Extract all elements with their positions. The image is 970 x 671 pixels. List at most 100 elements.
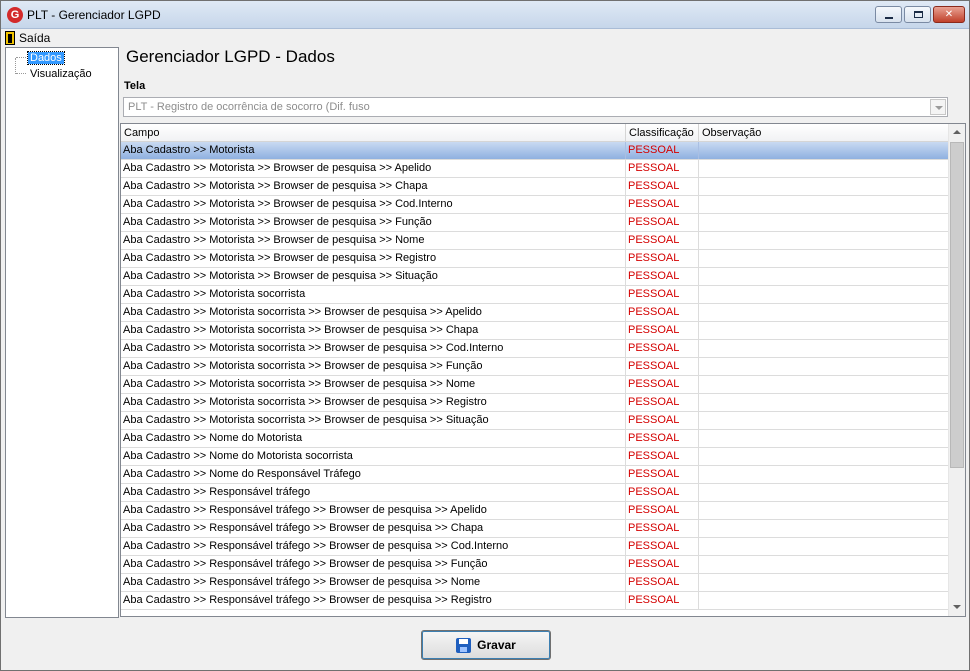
cell-classificacao[interactable]: PESSOAL <box>626 448 699 465</box>
cell-classificacao[interactable]: PESSOAL <box>626 304 699 321</box>
cell-observacao[interactable] <box>699 178 950 195</box>
minimize-button[interactable] <box>875 6 902 23</box>
table-row[interactable]: Aba Cadastro >> Responsável tráfego >> B… <box>121 538 950 556</box>
cell-classificacao[interactable]: PESSOAL <box>626 250 699 267</box>
column-header-campo[interactable]: Campo <box>121 124 626 142</box>
cell-classificacao[interactable]: PESSOAL <box>626 430 699 447</box>
cell-campo[interactable]: Aba Cadastro >> Motorista >> Browser de … <box>121 232 626 249</box>
cell-observacao[interactable] <box>699 592 950 609</box>
cell-classificacao[interactable]: PESSOAL <box>626 214 699 231</box>
table-row[interactable]: Aba Cadastro >> Motorista socorrista >> … <box>121 304 950 322</box>
table-row[interactable]: Aba Cadastro >> Motorista socorrista PESS… <box>121 286 950 304</box>
cell-observacao[interactable] <box>699 430 950 447</box>
tela-select[interactable]: PLT - Registro de ocorrência de socorro … <box>123 97 948 117</box>
cell-classificacao[interactable]: PESSOAL <box>626 466 699 483</box>
save-button[interactable]: Gravar <box>421 630 551 660</box>
table-row[interactable]: Aba Cadastro >> Responsável tráfego >> B… <box>121 592 950 610</box>
cell-observacao[interactable] <box>699 376 950 393</box>
table-row[interactable]: Aba Cadastro >> Motorista socorrista >> … <box>121 322 950 340</box>
table-row[interactable]: Aba Cadastro >> Nome do Motorista socorr… <box>121 448 950 466</box>
cell-classificacao[interactable]: PESSOAL <box>626 268 699 285</box>
cell-classificacao[interactable]: PESSOAL <box>626 394 699 411</box>
title-bar[interactable]: G PLT - Gerenciador LGPD ✕ <box>1 1 969 29</box>
cell-campo[interactable]: Aba Cadastro >> Motorista socorrista <box>121 286 626 303</box>
table-row[interactable]: Aba Cadastro >> Responsável tráfego >> B… <box>121 574 950 592</box>
cell-observacao[interactable] <box>699 340 950 357</box>
cell-observacao[interactable] <box>699 268 950 285</box>
cell-observacao[interactable] <box>699 502 950 519</box>
table-row[interactable]: Aba Cadastro >> Motorista socorrista >> … <box>121 394 950 412</box>
table-row[interactable]: Aba Cadastro >> Motorista >> Browser de … <box>121 196 950 214</box>
table-row[interactable]: Aba Cadastro >> Nome do Responsável Tráf… <box>121 466 950 484</box>
tree-item-dados[interactable]: Dados <box>16 50 65 65</box>
cell-classificacao[interactable]: PESSOAL <box>626 592 699 609</box>
cell-classificacao[interactable]: PESSOAL <box>626 232 699 249</box>
scroll-down-button[interactable] <box>949 599 965 616</box>
cell-campo[interactable]: Aba Cadastro >> Motorista socorrista >> … <box>121 340 626 357</box>
cell-classificacao[interactable]: PESSOAL <box>626 340 699 357</box>
cell-campo[interactable]: Aba Cadastro >> Responsável tráfego >> B… <box>121 538 626 555</box>
cell-classificacao[interactable]: PESSOAL <box>626 142 699 159</box>
cell-campo[interactable]: Aba Cadastro >> Nome do Motorista socorr… <box>121 448 626 465</box>
table-row[interactable]: Aba Cadastro >> Motorista PESSOAL <box>121 142 950 160</box>
menu-item-exit[interactable]: Saída <box>5 30 50 46</box>
grid-vertical-scrollbar[interactable] <box>948 124 965 616</box>
cell-campo[interactable]: Aba Cadastro >> Motorista socorrista >> … <box>121 358 626 375</box>
cell-classificacao[interactable]: PESSOAL <box>626 160 699 177</box>
table-row[interactable]: Aba Cadastro >> Responsável tráfego >> B… <box>121 556 950 574</box>
cell-observacao[interactable] <box>699 322 950 339</box>
cell-observacao[interactable] <box>699 412 950 429</box>
cell-campo[interactable]: Aba Cadastro >> Motorista socorrista >> … <box>121 322 626 339</box>
cell-observacao[interactable] <box>699 232 950 249</box>
cell-campo[interactable]: Aba Cadastro >> Motorista >> Browser de … <box>121 250 626 267</box>
cell-campo[interactable]: Aba Cadastro >> Motorista socorrista >> … <box>121 376 626 393</box>
cell-campo[interactable]: Aba Cadastro >> Nome do Responsável Tráf… <box>121 466 626 483</box>
cell-classificacao[interactable]: PESSOAL <box>626 178 699 195</box>
cell-campo[interactable]: Aba Cadastro >> Nome do Motorista <box>121 430 626 447</box>
cell-campo[interactable]: Aba Cadastro >> Motorista socorrista >> … <box>121 394 626 411</box>
cell-campo[interactable]: Aba Cadastro >> Motorista >> Browser de … <box>121 178 626 195</box>
cell-observacao[interactable] <box>699 358 950 375</box>
cell-classificacao[interactable]: PESSOAL <box>626 358 699 375</box>
tela-select-dropdown-button[interactable] <box>930 99 946 115</box>
cell-campo[interactable]: Aba Cadastro >> Motorista >> Browser de … <box>121 214 626 231</box>
cell-campo[interactable]: Aba Cadastro >> Motorista >> Browser de … <box>121 160 626 177</box>
table-row[interactable]: Aba Cadastro >> Motorista >> Browser de … <box>121 178 950 196</box>
table-row[interactable]: Aba Cadastro >> Responsável tráfego >> B… <box>121 502 950 520</box>
table-row[interactable]: Aba Cadastro >> Motorista >> Browser de … <box>121 160 950 178</box>
cell-observacao[interactable] <box>699 448 950 465</box>
cell-observacao[interactable] <box>699 556 950 573</box>
table-row[interactable]: Aba Cadastro >> Motorista >> Browser de … <box>121 214 950 232</box>
cell-campo[interactable]: Aba Cadastro >> Motorista socorrista >> … <box>121 304 626 321</box>
cell-observacao[interactable] <box>699 466 950 483</box>
table-row[interactable]: Aba Cadastro >> Motorista >> Browser de … <box>121 268 950 286</box>
cell-campo[interactable]: Aba Cadastro >> Motorista <box>121 142 626 159</box>
tree-item-visualizacao[interactable]: Visualização <box>16 66 94 81</box>
cell-campo[interactable]: Aba Cadastro >> Motorista >> Browser de … <box>121 196 626 213</box>
table-row[interactable]: Aba Cadastro >> Motorista socorrista >> … <box>121 358 950 376</box>
cell-classificacao[interactable]: PESSOAL <box>626 286 699 303</box>
table-row[interactable]: Aba Cadastro >> Motorista >> Browser de … <box>121 232 950 250</box>
cell-classificacao[interactable]: PESSOAL <box>626 412 699 429</box>
table-row[interactable]: Aba Cadastro >> Nome do Motorista PESSOAL <box>121 430 950 448</box>
cell-classificacao[interactable]: PESSOAL <box>626 574 699 591</box>
column-header-observacao[interactable]: Observação <box>699 124 950 142</box>
cell-classificacao[interactable]: PESSOAL <box>626 484 699 501</box>
cell-observacao[interactable] <box>699 214 950 231</box>
cell-classificacao[interactable]: PESSOAL <box>626 538 699 555</box>
cell-classificacao[interactable]: PESSOAL <box>626 376 699 393</box>
maximize-button[interactable] <box>904 6 931 23</box>
cell-observacao[interactable] <box>699 304 950 321</box>
cell-observacao[interactable] <box>699 520 950 537</box>
cell-observacao[interactable] <box>699 286 950 303</box>
cell-campo[interactable]: Aba Cadastro >> Responsável tráfego >> B… <box>121 520 626 537</box>
cell-classificacao[interactable]: PESSOAL <box>626 556 699 573</box>
cell-observacao[interactable] <box>699 196 950 213</box>
cell-campo[interactable]: Aba Cadastro >> Motorista socorrista >> … <box>121 412 626 429</box>
table-row[interactable]: Aba Cadastro >> Motorista socorrista >> … <box>121 412 950 430</box>
cell-observacao[interactable] <box>699 394 950 411</box>
column-header-classificacao[interactable]: Classificação <box>626 124 699 142</box>
cell-campo[interactable]: Aba Cadastro >> Responsável tráfego <box>121 484 626 501</box>
cell-campo[interactable]: Aba Cadastro >> Responsável tráfego >> B… <box>121 574 626 591</box>
cell-classificacao[interactable]: PESSOAL <box>626 196 699 213</box>
